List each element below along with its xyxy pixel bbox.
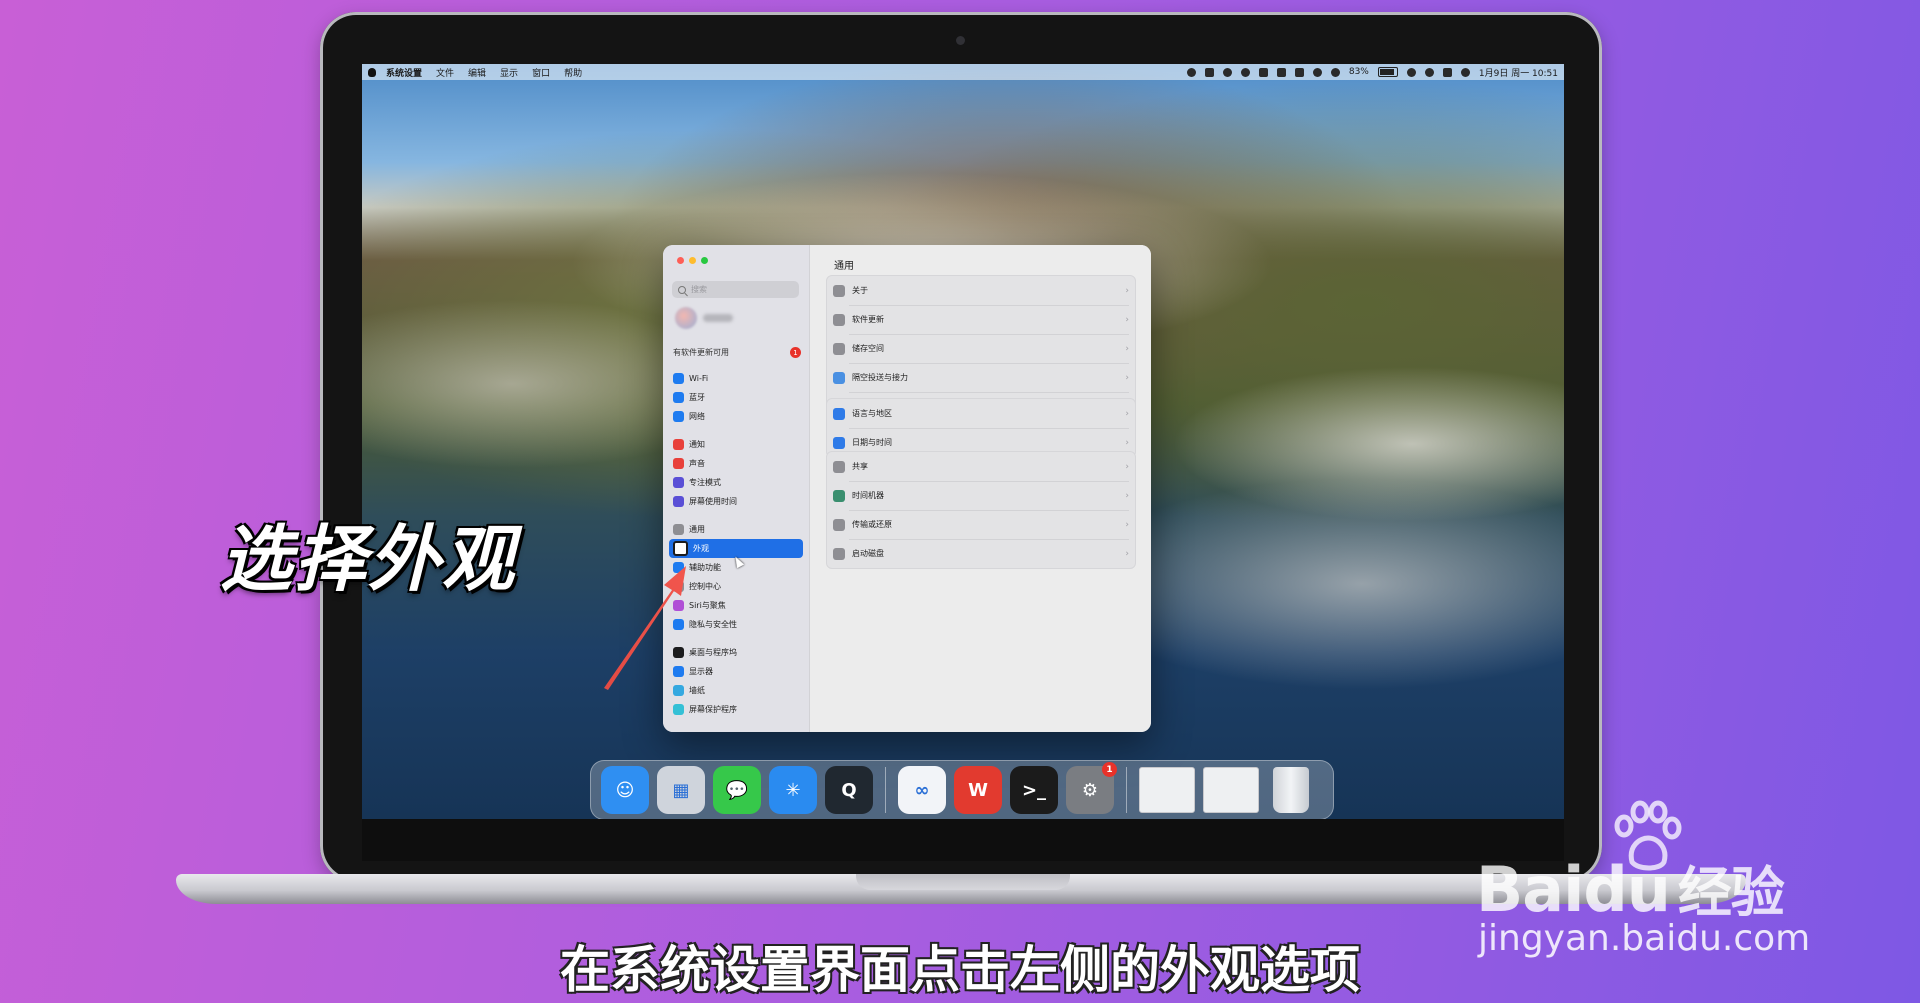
baidu-watermark-logo: Baidu 经验 xyxy=(1476,848,1785,927)
annotation-caption: 选择外观 xyxy=(220,517,517,601)
watermark-logo-cn: 经验 xyxy=(1677,861,1785,924)
watermark-logo-text: Bai xyxy=(1476,853,1584,926)
video-subtitle: 在系统设置界面点击左侧的外观选项 xyxy=(560,941,1360,999)
watermark-logo-suffix: du xyxy=(1583,853,1671,926)
